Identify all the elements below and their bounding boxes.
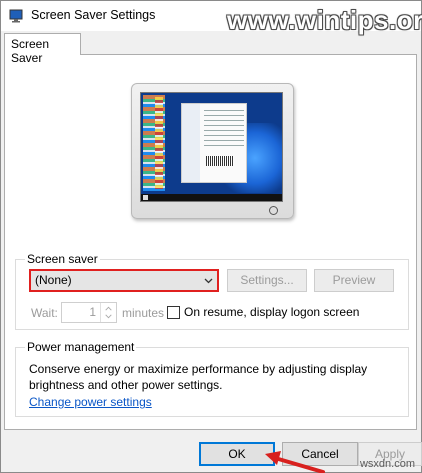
preview-taskbar [141,194,282,201]
power-management-group-label: Power management [25,340,137,354]
change-power-settings-link[interactable]: Change power settings [29,395,152,409]
tab-label: Screen Saver [11,37,50,65]
screen-saver-dropdown[interactable]: (None) [29,269,219,292]
corner-watermark: wsxdn.com [359,458,415,470]
spinner-arrows-icon[interactable] [100,303,116,322]
settings-button[interactable]: Settings... [227,269,307,292]
power-description: Conserve energy or maximize performance … [29,362,368,392]
preview-button[interactable]: Preview [314,269,394,292]
wait-value: 1 [89,305,96,319]
title-bar: Screen Saver Settings www.wintips.org [1,1,422,35]
minutes-label: minutes [122,306,165,320]
red-arrow-annotation [265,451,325,473]
chevron-down-icon [204,278,213,284]
screen-saver-group-label: Screen saver [25,252,100,266]
wait-label: Wait: [31,306,58,320]
screen-saver-icon [9,9,23,23]
monitor-preview [131,83,294,219]
resume-logon-label[interactable]: On resume, display logon screen [184,305,359,319]
screen-saver-settings-window: Screen Saver Settings www.wintips.org Sc… [0,0,422,473]
wait-minutes-spinner[interactable]: 1 [61,302,117,323]
watermark: www.wintips.org [227,5,422,35]
dropdown-value: (None) [35,273,72,287]
power-led-icon [269,206,278,215]
window-title: Screen Saver Settings [31,8,156,22]
resume-logon-checkbox[interactable] [167,306,180,319]
preview-window [181,103,247,183]
tab-screen-saver[interactable]: Screen Saver [4,33,81,65]
preview-screen [140,92,283,202]
